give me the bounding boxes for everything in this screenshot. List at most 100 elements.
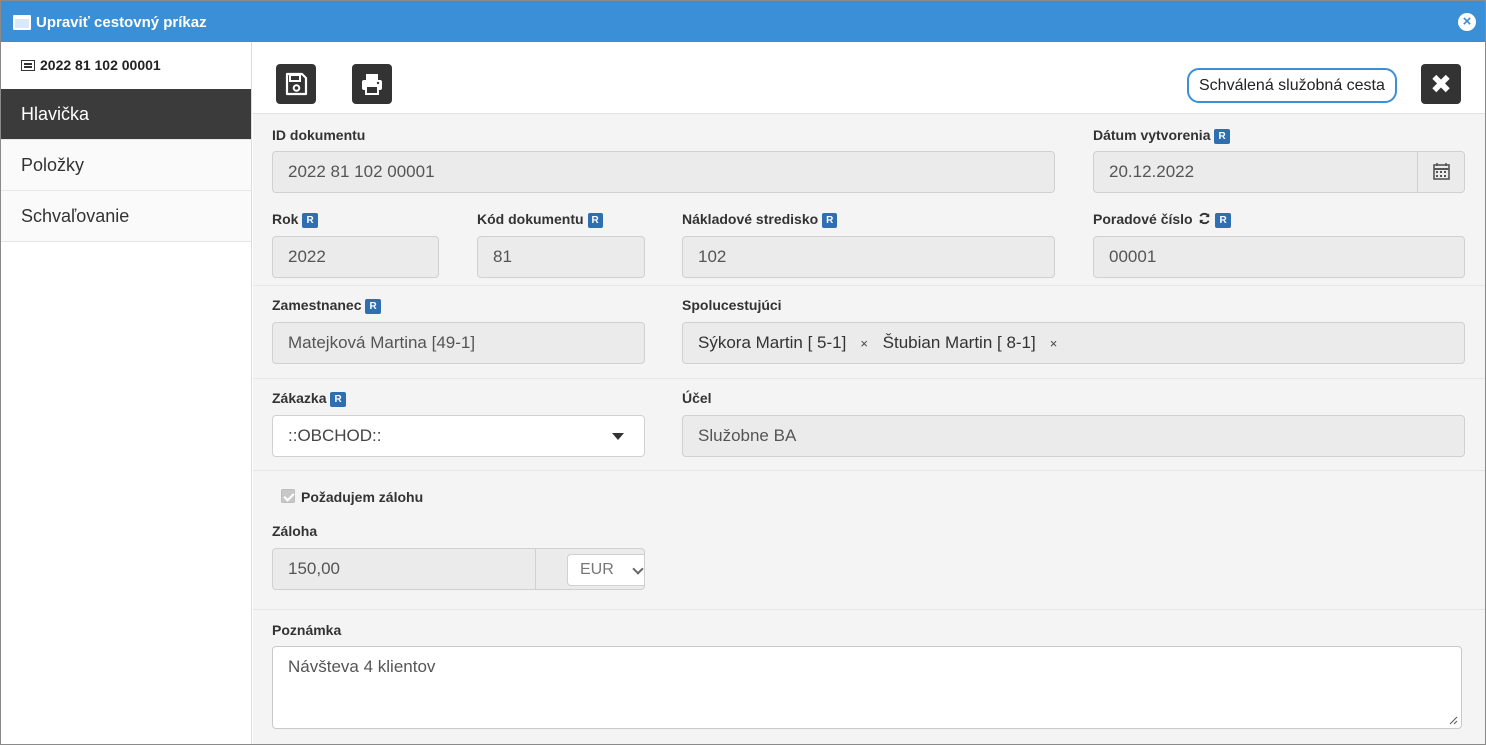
nakladove-stredisko-field[interactable]: 102 bbox=[682, 236, 1055, 278]
remove-tag-icon[interactable]: × bbox=[1050, 336, 1058, 351]
label-text: ID dokumentu bbox=[272, 127, 366, 143]
field-value: 2022 bbox=[288, 247, 326, 266]
label-text: Zákazka bbox=[272, 390, 327, 406]
label-text: Rok bbox=[272, 211, 299, 227]
label-nakladove-stredisko: Nákladové stredisko R bbox=[682, 211, 838, 228]
floppy-disk-icon bbox=[285, 72, 308, 96]
field-value: 81 bbox=[493, 247, 512, 266]
label-poradove-cislo: Poradové číslo R bbox=[1093, 211, 1231, 228]
currency-select[interactable]: EUR bbox=[567, 554, 644, 586]
sidebar-item-schvalovanie[interactable]: Schvaľovanie bbox=[1, 191, 251, 242]
datum-vytvorenia-field[interactable]: 20.12.2022 bbox=[1093, 151, 1465, 193]
label-text: Dátum vytvorenia bbox=[1093, 127, 1211, 143]
field-value: Služobne BA bbox=[698, 426, 797, 445]
label-text: Spolucestujúci bbox=[682, 297, 782, 313]
required-badge: R bbox=[1215, 213, 1231, 228]
caret-down-icon bbox=[612, 433, 624, 440]
sidebar-item-label: Hlavička bbox=[21, 104, 90, 124]
sidebar: 2022 81 102 00001 Hlavička Položky Schva… bbox=[1, 42, 252, 744]
required-badge: R bbox=[822, 213, 838, 228]
label-id-dokumentu: ID dokumentu bbox=[272, 127, 365, 143]
currency-value: EUR bbox=[580, 561, 614, 578]
toolbar: Schválená služobná cesta ✖ bbox=[253, 42, 1485, 114]
companion-tag: Štubian Martin [ 8-1] × bbox=[882, 323, 1058, 363]
label-text: Nákladové stredisko bbox=[682, 211, 819, 227]
required-badge: R bbox=[330, 392, 346, 407]
label-spolucestujuci: Spolucestujúci bbox=[682, 297, 782, 313]
poznamka-textarea[interactable]: Návšteva 4 klientov bbox=[272, 646, 1462, 729]
label-text: Záloha bbox=[272, 523, 318, 539]
label-datum-vytvorenia: Dátum vytvorenia R bbox=[1093, 127, 1230, 144]
required-badge: R bbox=[365, 299, 381, 314]
label-text: Účel bbox=[682, 390, 712, 406]
required-badge: R bbox=[302, 213, 318, 228]
calendar-icon bbox=[1433, 163, 1450, 180]
tag-label: Sýkora Martin [ 5-1] bbox=[698, 333, 847, 352]
section-divider bbox=[253, 609, 1485, 610]
label-rok: Rok R bbox=[272, 211, 318, 228]
remove-tag-icon[interactable]: × bbox=[860, 336, 868, 351]
save-button[interactable] bbox=[276, 64, 316, 104]
dialog-window: Upraviť cestovný príkaz × 2022 81 102 00… bbox=[0, 0, 1486, 745]
sidebar-item-label: Schvaľovanie bbox=[21, 206, 130, 226]
label-poznamka: Poznámka bbox=[272, 622, 341, 638]
zakazka-select[interactable]: ::OBCHOD:: bbox=[272, 415, 645, 457]
field-divider bbox=[535, 549, 536, 589]
section-divider bbox=[253, 378, 1485, 379]
sidebar-item-label: Položky bbox=[21, 155, 85, 175]
poradove-cislo-field[interactable]: 00001 bbox=[1093, 236, 1465, 278]
zaloha-field[interactable]: 150,00 EUR bbox=[272, 548, 645, 590]
zamestnanec-field[interactable]: Matejková Martina [49-1] bbox=[272, 322, 645, 364]
label-text: Kód dokumentu bbox=[477, 211, 584, 227]
section-divider bbox=[253, 285, 1485, 286]
sidebar-item-polozky[interactable]: Položky bbox=[1, 140, 251, 191]
kod-dokumentu-field[interactable]: 81 bbox=[477, 236, 645, 278]
label-text: Poradové číslo bbox=[1093, 211, 1193, 227]
label-text: Poznámka bbox=[272, 622, 342, 638]
label-text: Požadujem zálohu bbox=[301, 489, 424, 505]
sidebar-doc-id: 2022 81 102 00001 bbox=[21, 57, 161, 73]
close-icon: ✖ bbox=[1430, 69, 1452, 99]
textarea-value: Návšteva 4 klientov bbox=[288, 657, 436, 676]
label-text: Zamestnanec bbox=[272, 297, 362, 313]
ucel-field[interactable]: Služobne BA bbox=[682, 415, 1465, 457]
label-ucel: Účel bbox=[682, 390, 712, 406]
rok-field[interactable]: 2022 bbox=[272, 236, 439, 278]
window-close-icon[interactable]: × bbox=[1458, 13, 1476, 31]
label-zakazka: Zákazka R bbox=[272, 390, 346, 407]
close-button[interactable]: ✖ bbox=[1421, 64, 1461, 104]
field-value: 102 bbox=[698, 247, 727, 266]
sidebar-item-hlavicka[interactable]: Hlavička bbox=[1, 89, 251, 140]
print-button[interactable] bbox=[352, 64, 392, 104]
title-bar[interactable]: Upraviť cestovný príkaz × bbox=[1, 1, 1485, 42]
required-badge: R bbox=[587, 213, 603, 228]
document-list-icon bbox=[21, 60, 35, 71]
id-dokumentu-field[interactable]: 2022 81 102 00001 bbox=[272, 151, 1055, 193]
calendar-button[interactable] bbox=[1417, 152, 1464, 192]
field-value: Matejková Martina [49-1] bbox=[288, 333, 476, 352]
section-divider bbox=[253, 470, 1485, 471]
required-badge: R bbox=[1214, 129, 1230, 144]
status-badge: Schválená služobná cesta bbox=[1187, 68, 1397, 103]
pozadujem-zalohu-checkbox[interactable] bbox=[281, 489, 295, 503]
field-value: 00001 bbox=[1109, 247, 1157, 266]
window-icon bbox=[13, 15, 31, 30]
window-title: Upraviť cestovný príkaz bbox=[36, 14, 207, 31]
refresh-icon[interactable] bbox=[1198, 212, 1211, 225]
resize-grip-icon[interactable] bbox=[1448, 715, 1458, 725]
tag-label: Štubian Martin [ 8-1] bbox=[882, 333, 1036, 352]
sidebar-doc-id-text: 2022 81 102 00001 bbox=[40, 57, 161, 73]
field-value: 20.12.2022 bbox=[1109, 162, 1195, 181]
spolucestujuci-field[interactable]: Sýkora Martin [ 5-1] × Štubian Martin [ 8… bbox=[682, 322, 1465, 364]
label-kod-dokumentu: Kód dokumentu R bbox=[477, 211, 603, 228]
companion-tag: Sýkora Martin [ 5-1] × bbox=[698, 323, 868, 363]
label-pozadujem-zalohu: Požadujem zálohu bbox=[301, 489, 423, 505]
label-zaloha: Záloha bbox=[272, 523, 317, 539]
field-value: 150,00 bbox=[288, 559, 340, 578]
chevron-down-icon bbox=[632, 563, 644, 575]
main-content: Schválená služobná cesta ✖ ID dokumentu … bbox=[253, 42, 1485, 744]
field-value: ::OBCHOD:: bbox=[288, 426, 382, 445]
printer-icon bbox=[362, 74, 382, 95]
field-value: 2022 81 102 00001 bbox=[288, 162, 435, 181]
label-zamestnanec: Zamestnanec R bbox=[272, 297, 381, 314]
